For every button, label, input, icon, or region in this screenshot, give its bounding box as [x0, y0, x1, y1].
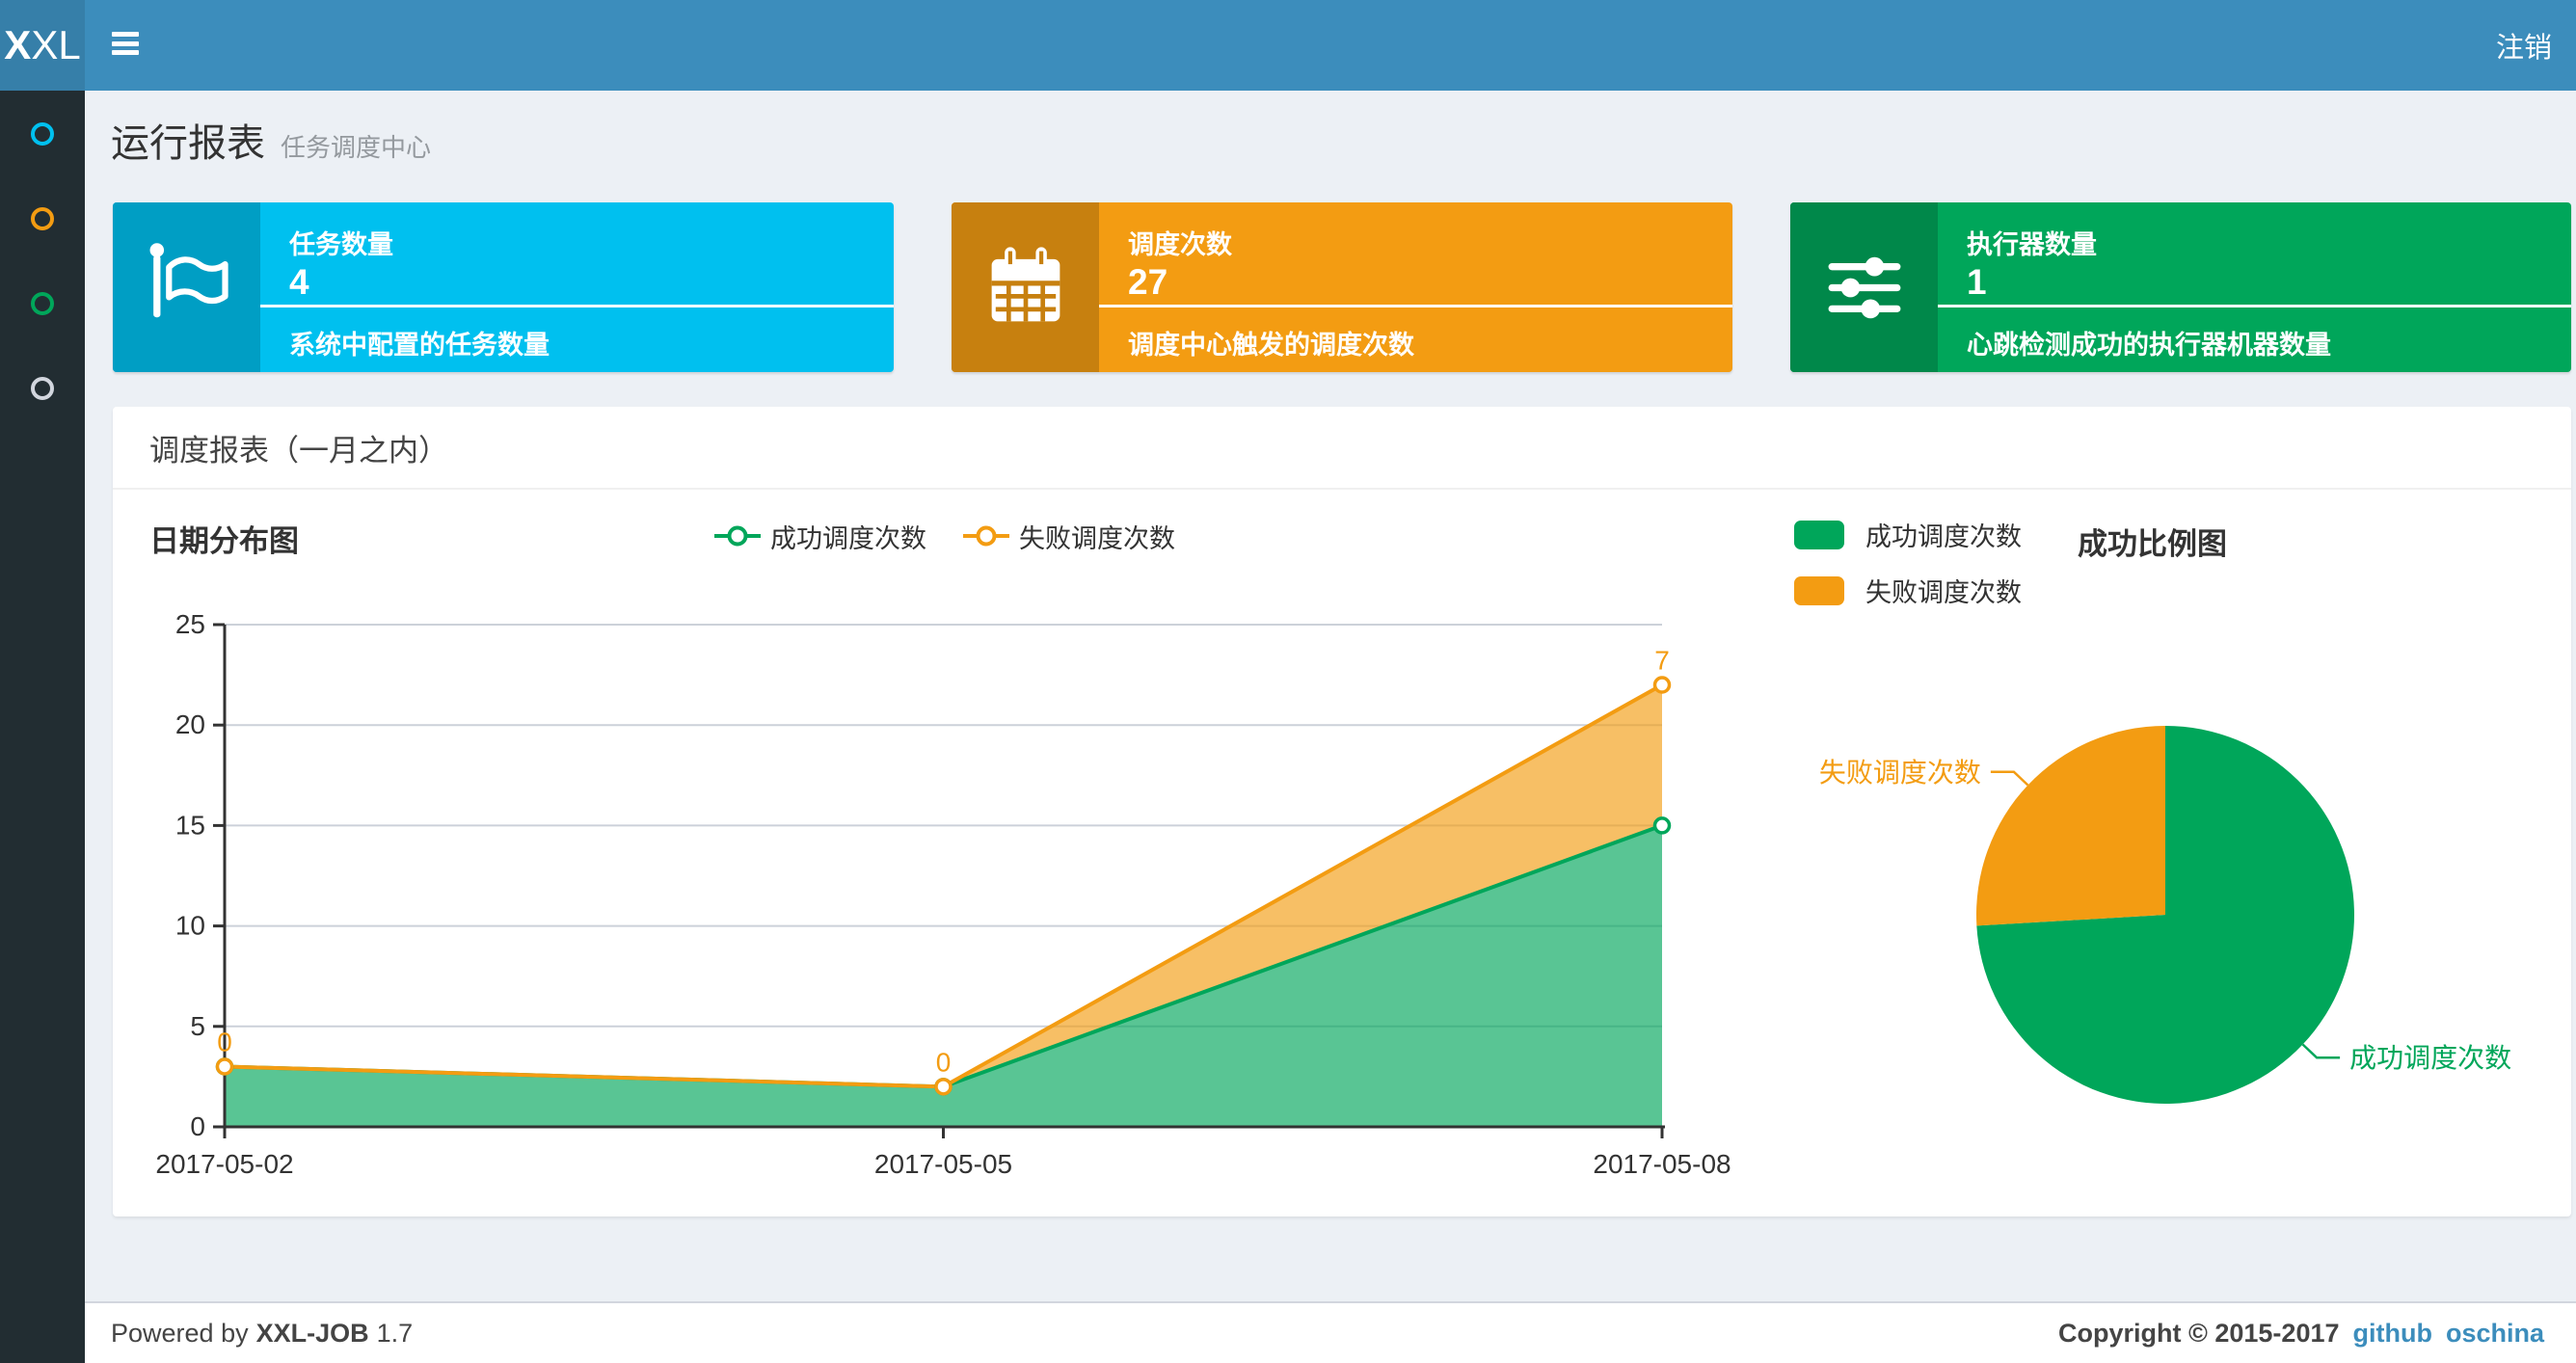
stat-content: 调度次数 27 调度中心触发的调度次数 [1099, 202, 1732, 372]
svg-text:0: 0 [190, 1111, 205, 1141]
stat-title: 调度次数 [1128, 230, 1232, 259]
stat-content: 执行器数量 1 心跳检测成功的执行器机器数量 [1938, 202, 2571, 372]
circle-o-icon [31, 207, 54, 230]
circle-o-icon [31, 292, 54, 315]
date-distribution-chart: 日期分布图 成功调度次数 失败调度次数 0 5 10 15 20 25 2017-05-02… [135, 511, 1755, 1186]
svg-text:失败调度次数: 失败调度次数 [1819, 758, 1981, 788]
svg-text:2017-05-08: 2017-05-08 [1593, 1149, 1731, 1179]
logo-text: XL [31, 22, 81, 67]
svg-text:0: 0 [936, 1047, 952, 1077]
product-name: XXL-JOB [255, 1318, 369, 1348]
panel-title: 调度报表（一月之内） [149, 433, 448, 468]
sidebar-toggle-button[interactable] [112, 32, 139, 60]
app-logo[interactable]: X XL [0, 0, 85, 91]
circle-o-icon [31, 122, 54, 146]
svg-text:15: 15 [175, 810, 205, 840]
sidebar-nav [0, 91, 85, 1363]
svg-text:5: 5 [190, 1011, 205, 1041]
stat-value: 1 [1967, 262, 1987, 302]
xxl-job-dashboard: X XL 注销 运行报表 任务调度中心 任务数量 4 系统中配置的任务数量 调度… [0, 0, 2576, 1363]
copyright-area: Copyright © 2015-2017 github oschina [2058, 1303, 2544, 1363]
powered-by: Powered by XXL-JOB 1.7 [111, 1318, 414, 1348]
page-subtitle: 任务调度中心 [281, 133, 432, 162]
divider [260, 305, 894, 307]
success-ratio-chart: 成功调度次数 失败调度次数 成功比例图 成功调度次数 失败调度次数 [1793, 511, 2564, 1186]
logout-link[interactable]: 注销 [2496, 0, 2552, 91]
stat-description: 心跳检测成功的执行器机器数量 [1967, 331, 2331, 360]
svg-text:成功调度次数: 成功调度次数 [2349, 1043, 2511, 1073]
sidebar-item-2[interactable] [0, 176, 85, 261]
stat-box-row: 任务数量 4 系统中配置的任务数量 调度次数 27 调度中心触发的调度次数 执行… [113, 202, 2571, 372]
sidebar-item-1[interactable] [0, 92, 85, 176]
svg-text:20: 20 [175, 709, 205, 739]
circle-o-icon [31, 377, 54, 400]
stat-description: 调度中心触发的调度次数 [1128, 331, 1414, 360]
stat-box-triggers: 调度次数 27 调度中心触发的调度次数 [952, 202, 1732, 372]
stat-box-jobs: 任务数量 4 系统中配置的任务数量 [113, 202, 894, 372]
oschina-link[interactable]: oschina [2446, 1319, 2544, 1349]
panel-header: 调度报表（一月之内） [113, 407, 2571, 490]
page-footer: Powered by XXL-JOB 1.7 Copyright © 2015-… [85, 1301, 2576, 1363]
stat-value: 4 [289, 262, 309, 302]
svg-text:7: 7 [1654, 646, 1670, 676]
stat-content: 任务数量 4 系统中配置的任务数量 [260, 202, 894, 372]
logo-text-bold: X [4, 22, 32, 67]
svg-text:2017-05-05: 2017-05-05 [874, 1149, 1012, 1179]
divider [1099, 305, 1732, 307]
divider [1938, 305, 2571, 307]
github-link[interactable]: github [2353, 1319, 2432, 1349]
svg-text:10: 10 [175, 911, 205, 941]
stat-box-executors: 执行器数量 1 心跳检测成功的执行器机器数量 [1790, 202, 2571, 372]
flag-icon [113, 202, 260, 372]
stat-value: 27 [1128, 262, 1168, 302]
stat-title: 执行器数量 [1967, 230, 2097, 259]
page-header: 运行报表 任务调度中心 [111, 112, 431, 168]
copyright-text: Copyright © 2015-2017 [2057, 1318, 2340, 1348]
svg-text:25: 25 [175, 609, 205, 639]
stat-title: 任务数量 [289, 230, 393, 259]
pie-chart-svg[interactable]: 成功调度次数 失败调度次数 [1793, 511, 2564, 1186]
svg-text:2017-05-02: 2017-05-02 [155, 1149, 293, 1179]
line-chart-svg[interactable]: 05101520252017-05-02 2017-05-05 2017-05-08… [135, 511, 1755, 1186]
sliders-icon [1790, 202, 1938, 372]
calendar-icon [952, 202, 1099, 372]
page-title: 运行报表 [111, 122, 265, 165]
schedule-report-panel: 调度报表（一月之内） 日期分布图 成功调度次数 失败调度次数 0 5 10 15 20 2… [113, 407, 2571, 1216]
product-version: 1.7 [376, 1318, 414, 1348]
sidebar-item-3[interactable] [0, 261, 85, 346]
top-navbar: X XL 注销 [0, 0, 2576, 91]
svg-text:0: 0 [217, 1027, 232, 1056]
stat-description: 系统中配置的任务数量 [289, 331, 550, 360]
sidebar-item-4[interactable] [0, 346, 85, 431]
